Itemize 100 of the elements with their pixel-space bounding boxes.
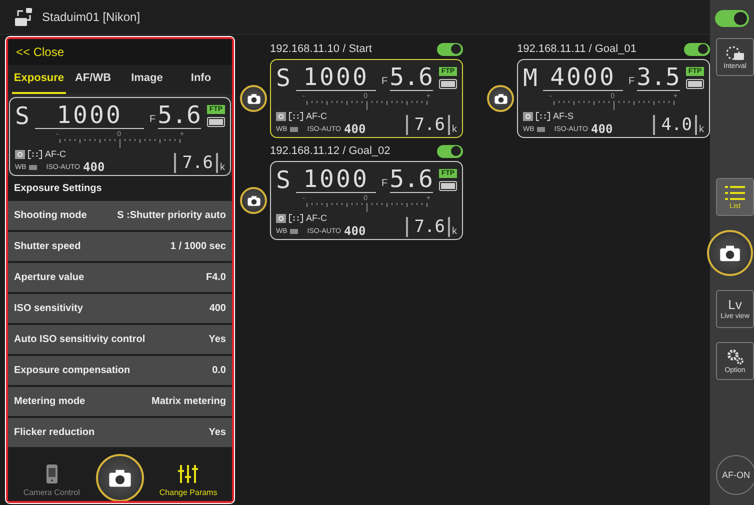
capture-button[interactable] [240,187,267,214]
tab[interactable]: Exposure [12,65,66,94]
toggle-switch[interactable] [437,42,463,56]
aperture-value: 5.6 [390,166,433,193]
setting-label: Shutter speed [14,241,81,252]
camera-icon [246,194,260,206]
focus-area-icon [289,214,303,222]
af-mode: AF-S [553,111,574,121]
focus-area-icon [536,112,550,120]
k-unit: k [699,124,704,135]
iso-value: 400 [344,123,366,135]
mode-indicator: S [276,65,290,91]
frame-count: 4.0 [661,116,692,134]
iso-value: 400 [83,161,105,173]
iso-value: 400 [344,225,366,237]
aperture-value: 5.6 [390,64,433,91]
focus-area-icon [28,150,42,158]
bottom-tab[interactable]: Camera Control [16,456,87,496]
camera-icon [719,244,741,262]
setting-label: Flicker reduction [14,427,95,438]
focus-area-icon [289,112,303,120]
shutter-value: 1000 [296,64,376,91]
auto-wb-icon [537,126,546,132]
capture-button[interactable] [240,85,267,112]
f-label: F [628,76,635,89]
mode-indicator: S [276,167,290,193]
battery-icon [686,79,704,89]
setting-value: Matrix metering [152,396,226,407]
setting-label: Metering mode [14,396,86,407]
setting-row[interactable]: Exposure compensation 0.0 [8,356,232,385]
f-label: F [382,178,388,191]
camera-icon [246,92,260,104]
bottom-tab[interactable]: Change Params [153,456,224,496]
auto-wb-icon [29,164,38,170]
phone-icon [46,464,58,484]
camera-name: 192.168.11.12 / Goal_02 [270,145,390,157]
setting-value: 1 / 1000 sec [170,241,226,252]
tab[interactable]: Image [120,65,174,94]
metering-icon [523,112,533,120]
setting-row[interactable]: Auto ISO sensitivity control Yes [8,325,232,354]
k-unit: k [452,124,457,135]
auto-wb-icon [290,126,298,132]
gears-icon [726,348,744,364]
setting-label: Shooting mode [14,210,87,221]
metering-icon [15,150,25,158]
section-header: Exposure Settings [8,176,232,201]
setting-row[interactable]: ISO sensitivity 400 [8,294,232,323]
tab[interactable]: Info [174,65,228,94]
setting-value: 0.0 [212,365,226,376]
metering-icon [276,214,286,222]
f-label: F [150,114,156,127]
shutter-button[interactable] [707,230,753,276]
aperture-value: 3.5 [636,64,680,91]
af-mode: AF-C [45,149,66,159]
camera-name: 192.168.11.10 / Start [270,43,372,55]
setting-value: F4.0 [206,272,226,283]
camera-name: 192.168.11.11 / Goal_01 [517,43,636,55]
setting-label: Auto ISO sensitivity control [14,334,146,345]
frame-count: 7.6 [182,154,213,172]
af-mode: AF-C [306,111,327,121]
af-on-button[interactable]: AF-ON [716,455,754,495]
camera-icon [108,468,132,488]
battery-icon [207,117,225,127]
tab[interactable]: AF/WB [66,65,120,94]
setting-value: S :Shutter priority auto [117,210,226,221]
toggle-switch[interactable] [684,42,710,56]
timer-camera-icon [725,44,745,60]
f-label: F [382,76,388,89]
shutter-value: 1000 [296,166,376,193]
battery-icon [439,79,457,89]
setting-row[interactable]: Flicker reduction Yes [8,418,232,447]
setting-row[interactable]: Shutter speed 1 / 1000 sec [8,232,232,261]
camera-icon [494,92,508,104]
setting-value: 400 [209,303,226,314]
lv-label: Lv [728,298,742,311]
setting-label: ISO sensitivity [14,303,83,314]
setting-row[interactable]: Metering mode Matrix metering [8,387,232,416]
mode-indicator: S [15,103,30,129]
k-unit: k [220,162,225,173]
shutter-button[interactable] [96,454,144,501]
toggle-switch[interactable] [715,10,749,27]
shutter-value: 1000 [35,102,144,129]
setting-row[interactable]: Shooting mode S :Shutter priority auto [8,201,232,230]
window-title: Staduim01 [Nikon] [42,10,140,24]
aperture-value: 5.6 [158,102,201,129]
capture-button[interactable] [487,85,514,112]
setting-value: Yes [208,427,226,438]
af-mode: AF-C [306,213,327,223]
setting-label: Aperture value [14,272,84,283]
list-icon [725,184,745,200]
setting-label: Exposure compensation [14,365,130,376]
auto-wb-icon [290,228,298,234]
toggle-switch[interactable] [437,144,463,158]
k-unit: k [452,226,457,237]
sliders-icon [178,464,198,484]
shutter-value: 4000 [543,64,623,91]
close-link[interactable]: << Close [8,39,232,65]
frame-count: 7.6 [414,116,445,134]
setting-row[interactable]: Aperture value F4.0 [8,263,232,292]
group-camera-icon [14,7,34,27]
